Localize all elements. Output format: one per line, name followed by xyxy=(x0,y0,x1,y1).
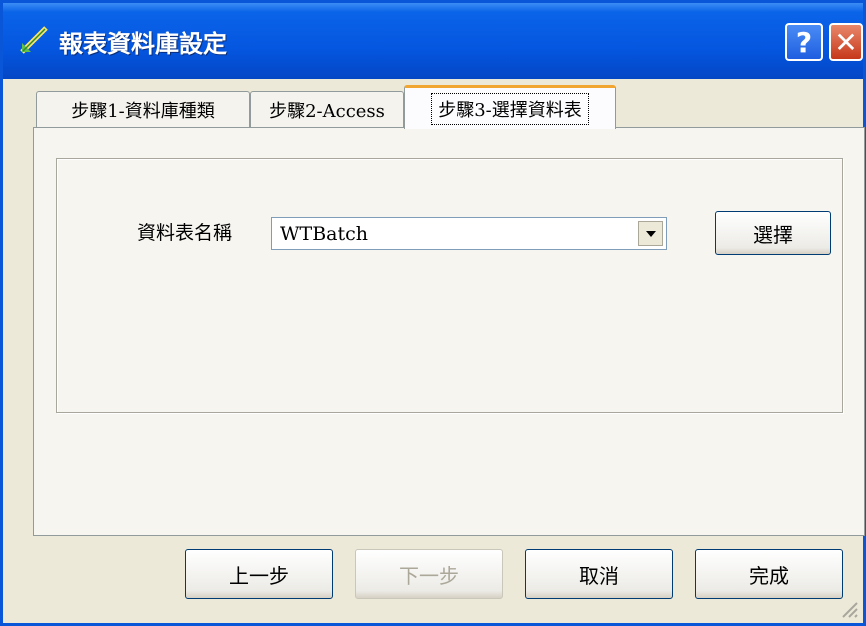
select-button[interactable]: 選擇 xyxy=(715,211,831,255)
dropdown-arrow-icon[interactable] xyxy=(638,221,663,246)
next-button[interactable]: 下一步 xyxy=(355,549,503,599)
close-button[interactable]: ✕ xyxy=(829,23,863,61)
tab-step3[interactable]: 步驟3-選擇資料表 xyxy=(404,85,616,129)
tab-step3-label: 步驟3-選擇資料表 xyxy=(431,92,589,125)
dialog-window: 報表資料庫設定 ? ✕ 步驟1-資料庫種類 步驟2-Access 步驟3-選擇資… xyxy=(0,0,866,626)
table-name-combobox[interactable]: WTBatch xyxy=(271,217,667,250)
group-box: 資料表名稱 WTBatch 選擇 xyxy=(56,158,843,413)
tab-step1[interactable]: 步驟1-資料庫種類 xyxy=(36,91,250,127)
title-bar[interactable]: 報表資料庫設定 ? ✕ xyxy=(3,3,863,79)
table-name-label: 資料表名稱 xyxy=(137,222,233,244)
prev-button[interactable]: 上一步 xyxy=(185,549,333,599)
tab-panel: 資料表名稱 WTBatch 選擇 xyxy=(33,127,865,536)
tab-step2[interactable]: 步驟2-Access xyxy=(250,91,404,127)
pencil-ruler-icon xyxy=(20,26,48,54)
finish-button[interactable]: 完成 xyxy=(695,549,843,599)
table-name-value: WTBatch xyxy=(280,223,369,245)
cancel-button[interactable]: 取消 xyxy=(525,549,673,599)
window-title: 報表資料庫設定 xyxy=(59,30,227,58)
resize-grip-icon[interactable] xyxy=(839,599,859,619)
help-button[interactable]: ? xyxy=(785,23,823,61)
